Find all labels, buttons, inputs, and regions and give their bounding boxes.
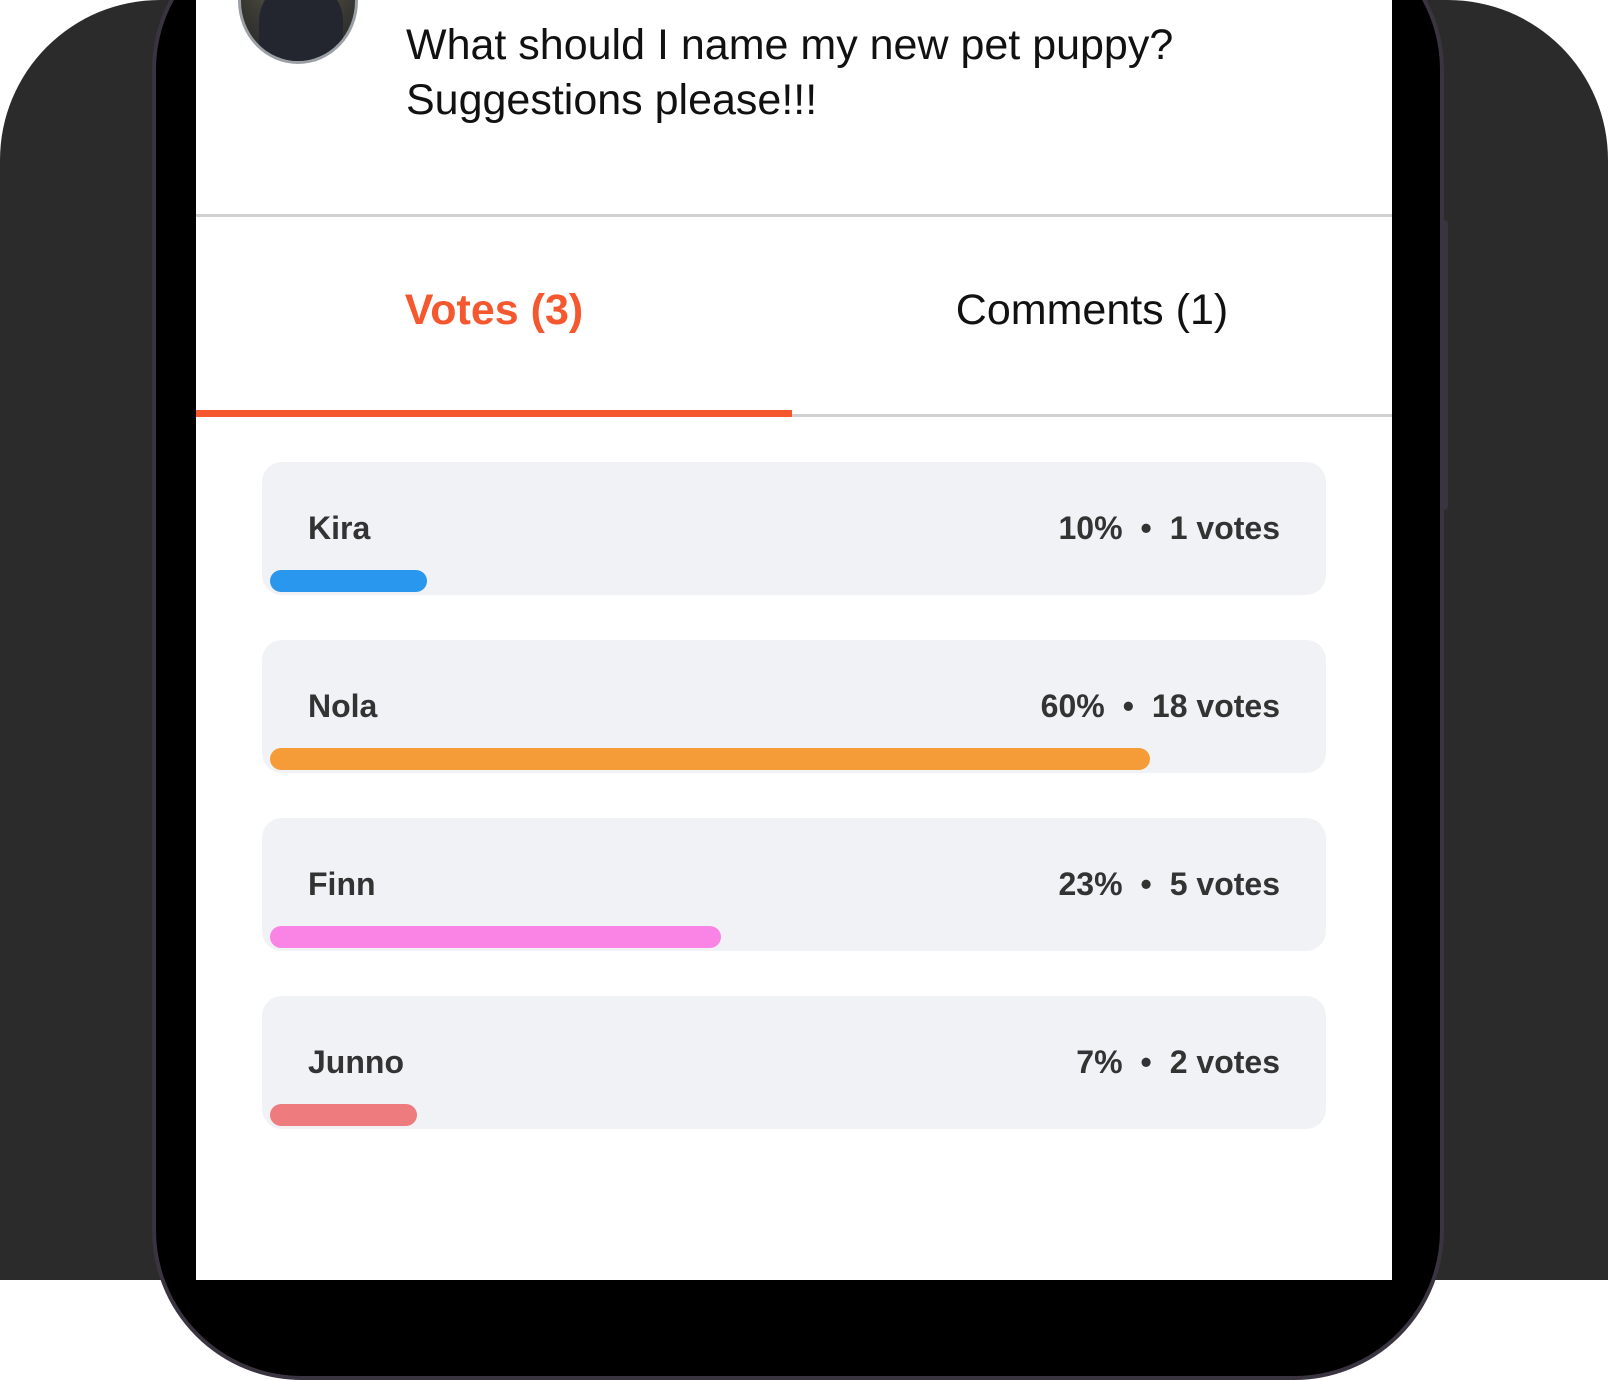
poll-option-kira[interactable]: Kira 10% • 1 votes	[262, 462, 1326, 595]
tab-comments[interactable]: Comments (1)	[792, 280, 1392, 340]
poll-option-junno[interactable]: Junno 7% • 2 votes	[262, 996, 1326, 1129]
poll-option-finn[interactable]: Finn 23% • 5 votes	[262, 818, 1326, 951]
option-votes: 5 votes	[1169, 866, 1280, 902]
option-stats: 10% • 1 votes	[1058, 510, 1280, 547]
progress-bar	[270, 926, 721, 948]
option-votes: 2 votes	[1169, 1044, 1280, 1080]
option-stats: 60% • 18 votes	[1041, 688, 1280, 725]
phone-side-button	[1440, 220, 1448, 510]
option-percent: 7%	[1076, 1044, 1123, 1080]
option-name: Nola	[308, 688, 378, 724]
separator-dot: •	[1140, 866, 1152, 902]
separator-dot: •	[1122, 688, 1134, 724]
option-votes: 1 votes	[1169, 510, 1280, 546]
poll-option-nola[interactable]: Nola 60% • 18 votes	[262, 640, 1326, 773]
option-stats: 7% • 2 votes	[1076, 1044, 1280, 1081]
progress-bar	[270, 1104, 417, 1126]
divider	[196, 214, 1392, 217]
active-tab-indicator	[196, 410, 792, 417]
option-percent: 60%	[1040, 688, 1105, 724]
avatar-shirt	[259, 0, 343, 61]
option-votes: 18 votes	[1151, 688, 1280, 724]
post-question: What should I name my new pet puppy? Sug…	[406, 21, 1174, 124]
option-stats: 23% • 5 votes	[1058, 866, 1280, 903]
screen: What should I name my new pet puppy? Sug…	[196, 0, 1392, 1280]
progress-bar	[270, 748, 1150, 770]
option-percent: 23%	[1058, 866, 1123, 902]
tab-votes[interactable]: Votes (3)	[196, 280, 792, 340]
option-name: Finn	[308, 866, 376, 902]
separator-dot: •	[1140, 510, 1152, 546]
option-name: Kira	[308, 510, 371, 546]
separator-dot: •	[1140, 1044, 1152, 1080]
option-name: Junno	[308, 1044, 404, 1080]
avatar[interactable]	[238, 0, 358, 64]
progress-bar	[270, 570, 427, 592]
option-percent: 10%	[1058, 510, 1123, 546]
